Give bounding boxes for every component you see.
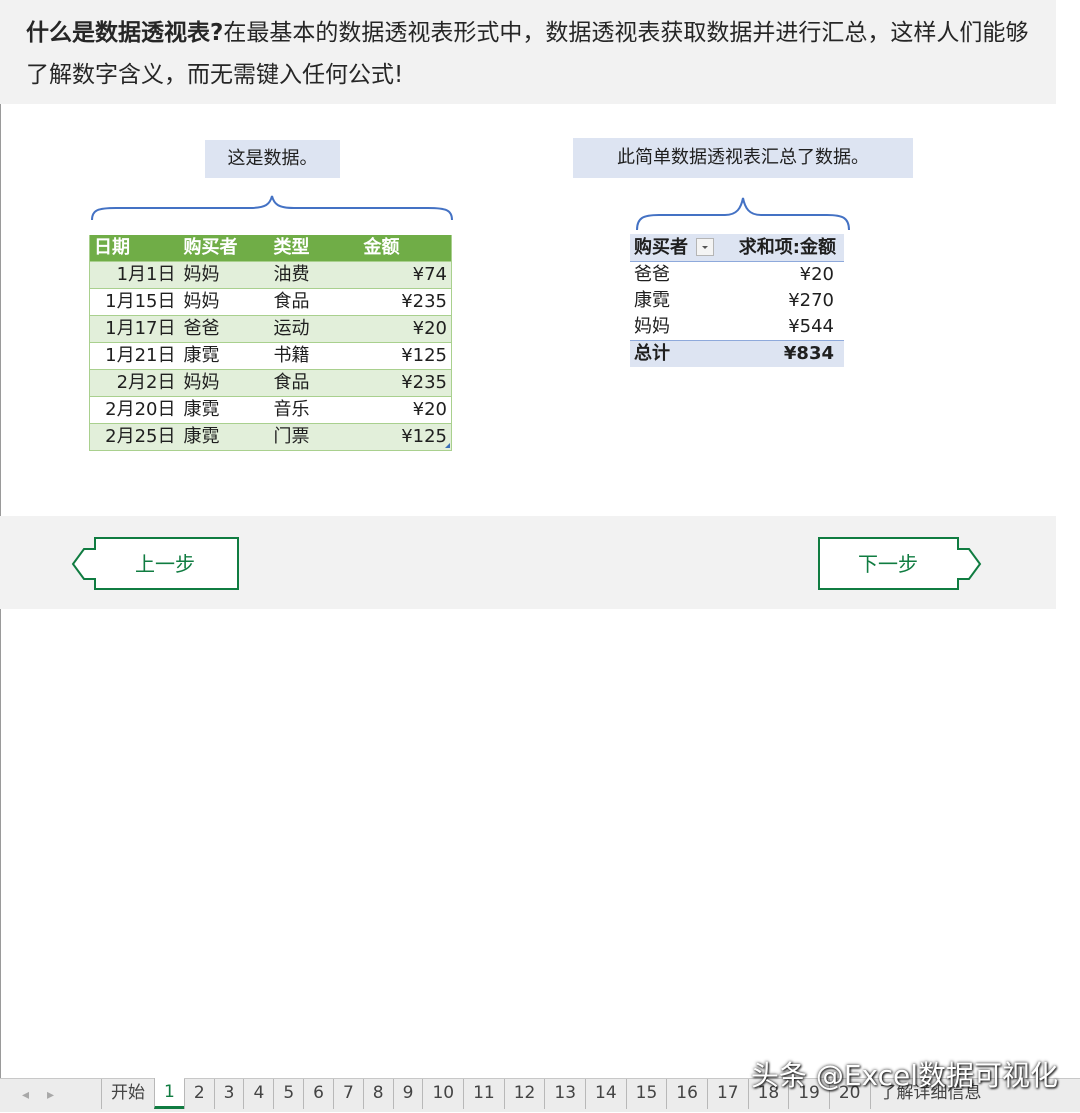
cell-buyer[interactable]: 康霓 bbox=[179, 396, 270, 424]
sheet-tab-start[interactable]: 开始 bbox=[101, 1079, 154, 1109]
cell-amount[interactable]: ¥235 bbox=[359, 369, 452, 397]
sheet-tab-16[interactable]: 16 bbox=[666, 1079, 707, 1109]
pivot-header-row: 购买者 求和项:金额 bbox=[630, 234, 844, 262]
cell-date[interactable]: 2月25日 bbox=[89, 423, 180, 451]
cell-date[interactable]: 2月2日 bbox=[89, 369, 180, 397]
pivot-caption: 此简单数据透视表汇总了数据。 bbox=[573, 138, 913, 178]
cell-buyer[interactable]: 爸爸 bbox=[179, 315, 270, 343]
cell-type[interactable]: 书籍 bbox=[269, 342, 360, 370]
sheet-tab-12[interactable]: 12 bbox=[503, 1079, 545, 1109]
data-table-header-row: 日期 购买者 类型 金额 bbox=[89, 235, 452, 262]
cell-amount[interactable]: ¥20 bbox=[359, 396, 452, 424]
pivot-value-header[interactable]: 求和项:金额 bbox=[730, 234, 844, 262]
sheet-tab-14[interactable]: 14 bbox=[585, 1079, 626, 1109]
pivot-brace-shape bbox=[636, 197, 850, 231]
filter-dropdown-icon[interactable] bbox=[696, 238, 714, 256]
sheet-tab-11[interactable]: 11 bbox=[463, 1079, 504, 1109]
column-header-date[interactable]: 日期 bbox=[89, 235, 180, 262]
data-table: 日期 购买者 类型 金额 1月1日 妈妈 油费 ¥74 1月15日 妈妈 食品 … bbox=[89, 235, 452, 451]
cell-date[interactable]: 1月15日 bbox=[89, 288, 180, 316]
sheet-tab-7[interactable]: 7 bbox=[332, 1079, 363, 1109]
watermark-text: 头条 @Excel数据可视化 bbox=[750, 1059, 1058, 1092]
pivot-cell-buyer[interactable]: 爸爸 bbox=[630, 262, 730, 289]
table-row: 1月15日 妈妈 食品 ¥235 bbox=[89, 288, 452, 316]
sheet-tab-5[interactable]: 5 bbox=[273, 1079, 303, 1109]
cell-type[interactable]: 门票 bbox=[269, 423, 360, 451]
next-step-label: 下一步 bbox=[858, 552, 918, 576]
cell-amount[interactable]: ¥74 bbox=[359, 261, 452, 289]
pivot-cell-buyer[interactable]: 康霓 bbox=[630, 288, 730, 314]
pivot-cell-amount[interactable]: ¥544 bbox=[730, 314, 844, 341]
pivot-cell-amount[interactable]: ¥270 bbox=[730, 288, 844, 314]
previous-step-label: 上一步 bbox=[135, 552, 195, 576]
pivot-header-buyer: 购买者 bbox=[634, 237, 688, 258]
pivot-total-row: 总计 ¥834 bbox=[630, 340, 844, 367]
cell-amount[interactable]: ¥125 bbox=[359, 342, 452, 370]
cell-type[interactable]: 运动 bbox=[269, 315, 360, 343]
cell-amount[interactable]: ¥125 bbox=[359, 423, 452, 451]
sheet-tab-1[interactable]: 1 bbox=[154, 1078, 184, 1109]
column-header-buyer[interactable]: 购买者 bbox=[179, 235, 270, 262]
intro-title: 什么是数据透视表? bbox=[26, 20, 224, 46]
cell-buyer[interactable]: 康霓 bbox=[179, 423, 270, 451]
cell-date[interactable]: 1月17日 bbox=[89, 315, 180, 343]
pivot-total-amount[interactable]: ¥834 bbox=[730, 340, 844, 367]
table-row: 2月2日 妈妈 食品 ¥235 bbox=[89, 369, 452, 397]
intro-banner: 什么是数据透视表?在最基本的数据透视表形式中，数据透视表获取数据并进行汇总，这样… bbox=[0, 0, 1056, 104]
data-brace-shape bbox=[91, 195, 453, 221]
data-caption: 这是数据。 bbox=[205, 140, 340, 178]
pivot-row: 康霓 ¥270 bbox=[630, 288, 844, 314]
cell-buyer[interactable]: 妈妈 bbox=[179, 261, 270, 289]
pivot-row-label-header[interactable]: 购买者 bbox=[630, 234, 730, 262]
table-row: 2月25日 康霓 门票 ¥125 bbox=[89, 423, 452, 451]
sheet-tab-13[interactable]: 13 bbox=[544, 1079, 585, 1109]
pivot-cell-amount[interactable]: ¥20 bbox=[730, 262, 844, 289]
cell-type[interactable]: 食品 bbox=[269, 369, 360, 397]
column-header-amount[interactable]: 金额 bbox=[359, 235, 452, 262]
cell-buyer[interactable]: 妈妈 bbox=[179, 369, 270, 397]
tab-scroll-arrows[interactable]: ◂▸ bbox=[22, 1087, 72, 1103]
cell-amount[interactable]: ¥235 bbox=[359, 288, 452, 316]
cell-buyer[interactable]: 妈妈 bbox=[179, 288, 270, 316]
sheet-tab-17[interactable]: 17 bbox=[706, 1079, 748, 1109]
cell-type[interactable]: 油费 bbox=[269, 261, 360, 289]
sheet-tab-15[interactable]: 15 bbox=[625, 1079, 667, 1109]
sheet-tab-10[interactable]: 10 bbox=[422, 1079, 463, 1109]
sheet-tab-3[interactable]: 3 bbox=[213, 1079, 244, 1109]
cell-date[interactable]: 1月1日 bbox=[89, 261, 180, 289]
table-row: 1月21日 康霓 书籍 ¥125 bbox=[89, 342, 452, 370]
previous-step-button[interactable]: 上一步 bbox=[70, 537, 240, 591]
sheet-tab-4[interactable]: 4 bbox=[243, 1079, 273, 1109]
table-row: 1月1日 妈妈 油费 ¥74 bbox=[89, 261, 452, 289]
scroll-right-icon[interactable]: ▸ bbox=[47, 1087, 72, 1103]
pivot-table: 购买者 求和项:金额 爸爸 ¥20 康霓 ¥270 妈妈 ¥544 总计 ¥83… bbox=[630, 234, 844, 367]
cell-date[interactable]: 2月20日 bbox=[89, 396, 180, 424]
table-row: 1月17日 爸爸 运动 ¥20 bbox=[89, 315, 452, 343]
cell-amount[interactable]: ¥20 bbox=[359, 315, 452, 343]
sheet-tab-9[interactable]: 9 bbox=[392, 1079, 423, 1109]
pivot-row: 妈妈 ¥544 bbox=[630, 314, 844, 341]
table-row: 2月20日 康霓 音乐 ¥20 bbox=[89, 396, 452, 424]
sheet-tab-2[interactable]: 2 bbox=[183, 1079, 214, 1109]
column-header-type[interactable]: 类型 bbox=[269, 235, 360, 262]
scroll-left-icon[interactable]: ◂ bbox=[22, 1087, 47, 1103]
sheet-tab-6[interactable]: 6 bbox=[303, 1079, 333, 1109]
cell-buyer[interactable]: 康霓 bbox=[179, 342, 270, 370]
pivot-row: 爸爸 ¥20 bbox=[630, 262, 844, 289]
cell-type[interactable]: 音乐 bbox=[269, 396, 360, 424]
next-step-button[interactable]: 下一步 bbox=[818, 537, 984, 591]
cell-date[interactable]: 1月21日 bbox=[89, 342, 180, 370]
table-resize-handle[interactable] bbox=[445, 443, 450, 448]
pivot-cell-buyer[interactable]: 妈妈 bbox=[630, 314, 730, 341]
cell-type[interactable]: 食品 bbox=[269, 288, 360, 316]
pivot-total-label[interactable]: 总计 bbox=[630, 340, 730, 367]
sheet-tab-8[interactable]: 8 bbox=[362, 1079, 393, 1109]
